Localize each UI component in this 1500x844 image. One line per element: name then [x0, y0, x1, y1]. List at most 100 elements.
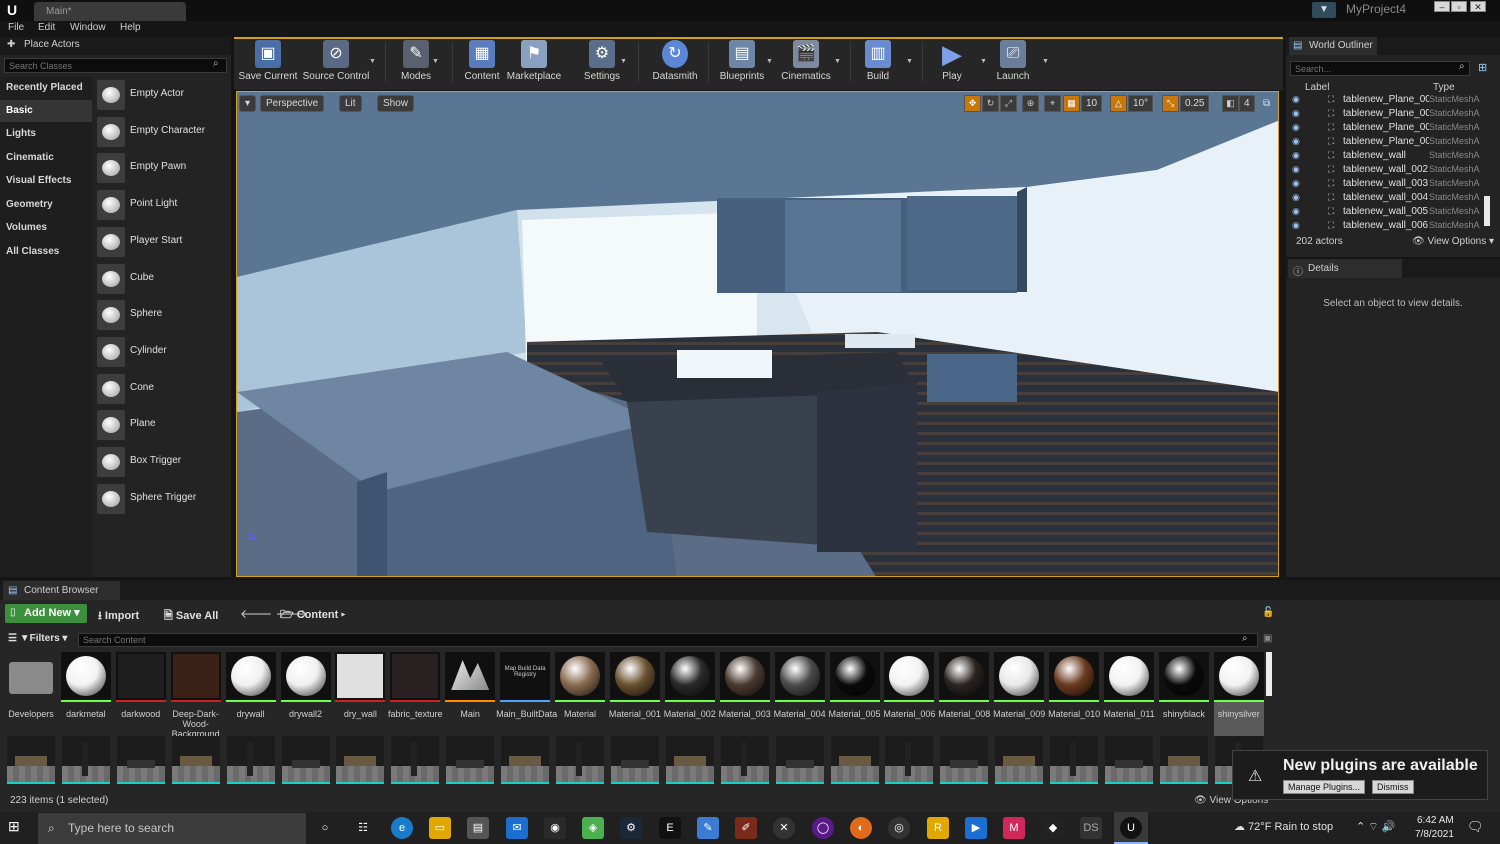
asset-tile[interactable]: drywall2: [280, 652, 331, 736]
blueprints-button[interactable]: ▤ Blueprints: [716, 40, 768, 86]
world-space-icon[interactable]: ⊕: [1022, 95, 1039, 112]
outliner-row[interactable]: ◉ ⛶ tablenew_wall_002 StaticMeshA: [1288, 163, 1484, 177]
static-mesh-thumbnail[interactable]: [501, 736, 550, 784]
scale-snap-value[interactable]: 0.25: [1180, 95, 1210, 112]
visibility-eye-icon[interactable]: ◉: [1292, 136, 1300, 147]
menu-file[interactable]: File: [8, 22, 24, 33]
static-mesh-thumbnail[interactable]: [336, 736, 385, 784]
taskbar-search-box[interactable]: Type here to search: [38, 813, 306, 844]
visibility-eye-icon[interactable]: ◉: [1292, 122, 1300, 133]
unity-icon[interactable]: ◆: [1042, 817, 1064, 839]
asset-tile[interactable]: fabric_texture: [388, 652, 443, 736]
rockstar-icon[interactable]: R: [927, 817, 949, 839]
geforce-icon[interactable]: ◈: [582, 817, 604, 839]
visibility-eye-icon[interactable]: ◉: [1292, 206, 1300, 217]
asset-tile[interactable]: Material_005: [828, 652, 881, 736]
asset-tile[interactable]: dry_wall: [335, 652, 386, 736]
actor-item[interactable]: Empty Actor: [96, 78, 228, 112]
outliner-row[interactable]: ◉ ⛶ tablenew_wall_006 StaticMeshA: [1288, 219, 1484, 233]
category-geometry[interactable]: Geometry: [0, 194, 92, 216]
category-basic[interactable]: Basic: [0, 100, 92, 122]
actor-item[interactable]: Cone: [96, 372, 228, 406]
system-tray-icons[interactable]: ⌃ ⌔ 🔊: [1356, 820, 1395, 834]
static-mesh-thumbnail[interactable]: [995, 736, 1044, 784]
actor-item[interactable]: Sphere Trigger: [96, 482, 228, 516]
category-visual-effects[interactable]: Visual Effects: [0, 170, 92, 192]
scale-icon[interactable]: ⤢: [1000, 95, 1017, 112]
maximize-button[interactable]: ▫: [1451, 1, 1467, 12]
category-volumes[interactable]: Volumes: [0, 217, 92, 239]
source-control-dropdown-icon[interactable]: ▼: [369, 58, 376, 65]
media-app-icon[interactable]: ◯: [812, 817, 834, 839]
minimize-button[interactable]: –: [1434, 1, 1450, 12]
static-mesh-thumbnail[interactable]: [1105, 736, 1153, 784]
menu-edit[interactable]: Edit: [38, 22, 55, 33]
windows-start-icon[interactable]: ⊞: [8, 818, 20, 835]
level-viewport[interactable]: [236, 91, 1279, 577]
add-new-button[interactable]: Add New ▾: [5, 604, 87, 623]
asset-tile[interactable]: shinyblack: [1158, 652, 1209, 736]
static-mesh-thumbnail[interactable]: [226, 736, 275, 784]
visibility-eye-icon[interactable]: ◉: [1292, 150, 1300, 161]
asset-tile[interactable]: Material_001: [609, 652, 661, 736]
grid-snap-value[interactable]: 10: [1081, 95, 1103, 112]
datasmith-button[interactable]: ↻ Datasmith: [648, 40, 702, 86]
weather-widget[interactable]: ☁ 72°F Rain to stop: [1234, 820, 1333, 833]
static-mesh-thumbnail[interactable]: [1050, 736, 1099, 784]
import-button[interactable]: ⭳ Import: [98, 607, 139, 626]
static-mesh-thumbnail[interactable]: [391, 736, 440, 784]
details-tab[interactable]: Details: [1288, 259, 1402, 278]
visibility-eye-icon[interactable]: ◉: [1292, 108, 1300, 119]
lit-button[interactable]: Lit: [339, 95, 362, 112]
show-button[interactable]: Show: [377, 95, 415, 112]
play-button[interactable]: ▶ Play: [934, 40, 970, 86]
utility-app-icon[interactable]: M: [1003, 817, 1025, 839]
actor-item[interactable]: Cylinder: [96, 335, 228, 369]
asset-tile[interactable]: Material: [555, 652, 605, 736]
build-dropdown-icon[interactable]: ▼: [906, 58, 913, 65]
surface-snap-icon[interactable]: ⌖: [1044, 95, 1061, 112]
lock-icon[interactable]: 🔓: [1262, 607, 1274, 618]
asset-tile[interactable]: Developers: [6, 652, 56, 736]
perspective-button[interactable]: Perspective: [260, 95, 325, 112]
category-recently-placed[interactable]: Recently Placed: [0, 77, 92, 99]
scale-snap-icon[interactable]: ⤡: [1162, 95, 1179, 112]
static-mesh-thumbnail[interactable]: [610, 736, 659, 784]
asset-tile[interactable]: Material_002: [664, 652, 716, 736]
actor-item[interactable]: Point Light: [96, 188, 228, 222]
firefox-icon[interactable]: ◐: [850, 817, 872, 839]
static-mesh-thumbnail[interactable]: [665, 736, 714, 784]
rotate-icon[interactable]: ↻: [982, 95, 999, 112]
task-view-icon[interactable]: ○: [314, 817, 336, 839]
outliner-row[interactable]: ◉ ⛶ tablenew_wall_005 StaticMeshA: [1288, 205, 1484, 219]
static-mesh-thumbnail[interactable]: [61, 736, 110, 784]
clock-date[interactable]: 7/8/2021: [1415, 829, 1454, 840]
steam-icon[interactable]: ⚙: [620, 817, 642, 839]
asset-tile[interactable]: Material_008: [938, 652, 990, 736]
epic-games-icon[interactable]: E: [659, 817, 681, 839]
paint-icon[interactable]: ✐: [735, 817, 757, 839]
asset-tile[interactable]: Material_006: [883, 652, 935, 736]
asset-tile[interactable]: Material_004: [774, 652, 826, 736]
modes-button[interactable]: ✎ Modes: [396, 40, 436, 86]
notification-center-icon[interactable]: 🗨: [1467, 819, 1484, 835]
whiteboard-icon[interactable]: ✎: [697, 817, 719, 839]
place-actors-title[interactable]: Place Actors: [24, 39, 80, 50]
mail-icon[interactable]: ✉: [506, 817, 528, 839]
static-mesh-thumbnail[interactable]: [116, 736, 165, 784]
actor-item[interactable]: Player Start: [96, 225, 228, 259]
play-dropdown-icon[interactable]: ▼: [980, 58, 987, 65]
chrome-icon[interactable]: ◎: [888, 817, 910, 839]
save-current-button[interactable]: ▣ Save Current: [238, 40, 298, 86]
menu-help[interactable]: Help: [120, 22, 141, 33]
modes-dropdown-icon[interactable]: ▼: [432, 58, 439, 65]
rotation-snap-icon[interactable]: △: [1110, 95, 1127, 112]
add-folder-icon[interactable]: ⊞: [1478, 61, 1487, 74]
store-icon[interactable]: ▤: [467, 817, 489, 839]
content-search-input[interactable]: [78, 633, 1258, 647]
save-search-icon[interactable]: ▣: [1263, 633, 1272, 644]
cinematics-dropdown-icon[interactable]: ▼: [834, 58, 841, 65]
visibility-eye-icon[interactable]: ◉: [1292, 192, 1300, 203]
content-path-breadcrumb[interactable]: 🗁 Content ▸: [280, 606, 345, 625]
outliner-view-options[interactable]: 👁 View Options ▾: [1412, 236, 1494, 247]
